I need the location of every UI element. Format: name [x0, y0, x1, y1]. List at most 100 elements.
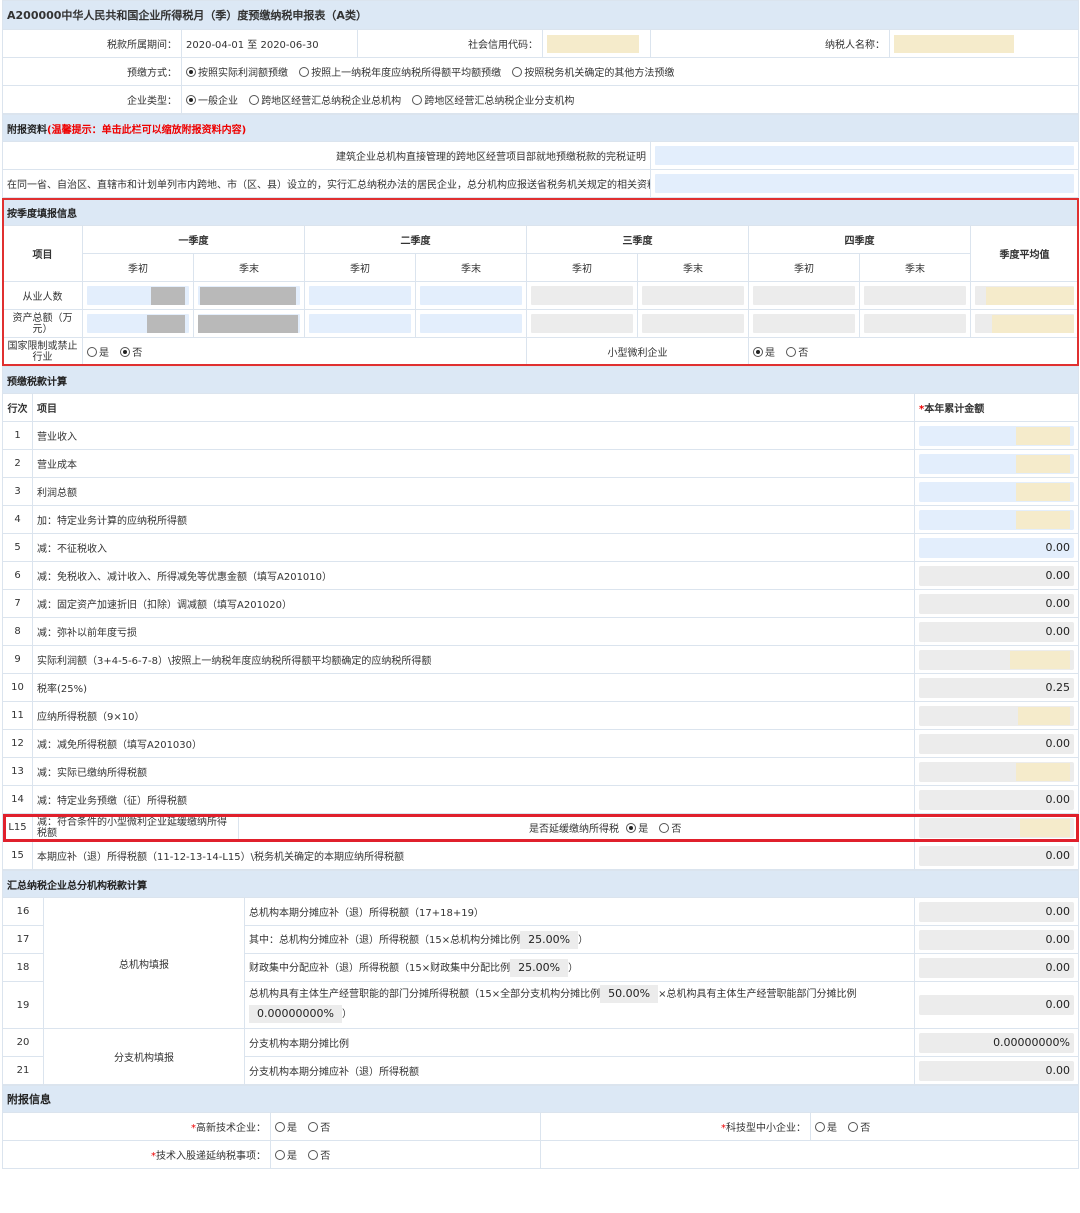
r18-no: 18: [2, 953, 44, 982]
calc-row-item: 减：不征税收入: [32, 533, 915, 562]
employees-q4-start[interactable]: [748, 281, 860, 310]
radio-icon: [786, 347, 797, 357]
assets-q4-end[interactable]: [859, 309, 971, 338]
calc-row: 9 实际利润额（3+4-5-6-7-8）\按照上一纳税年度应纳税所得额平均额确定的…: [2, 645, 1079, 674]
calc-row-amount[interactable]: 0.00: [914, 533, 1079, 562]
q1-start: 季初: [82, 253, 194, 282]
r19-no: 19: [2, 981, 44, 1029]
calc-row-item: 应纳所得税额（9×10）: [32, 701, 915, 730]
restricted-no[interactable]: 否: [120, 347, 142, 359]
calc-row-amount: [914, 645, 1079, 674]
assets-q2-end[interactable]: [415, 309, 527, 338]
calc-row-amount[interactable]: [914, 477, 1079, 506]
r21-no: 21: [2, 1056, 44, 1085]
hq-label: 总机构填报: [43, 897, 245, 1029]
assets-q4-start[interactable]: [748, 309, 860, 338]
calc-row-no: 1: [2, 421, 33, 450]
calc-row-amount[interactable]: [914, 421, 1079, 450]
attach-row1-field[interactable]: [649, 141, 1080, 170]
hightech-no[interactable]: 否: [308, 1122, 330, 1134]
calc-row: 2 营业成本: [2, 449, 1079, 478]
calc-row-amount[interactable]: [914, 505, 1079, 534]
calc-row: 7 减：固定资产加速折旧（扣除）调减额（填写A201020） 0.00: [2, 589, 1079, 618]
restricted-industry-options: 是 否: [82, 337, 527, 366]
tax-form: A200000中华人民共和国企业所得税月（季）度预缴纳税申报表（A类） 税款所属…: [0, 0, 1080, 1213]
restricted-yes[interactable]: 是: [87, 347, 109, 359]
hightech-yes[interactable]: 是: [275, 1122, 297, 1134]
q3-end: 季末: [637, 253, 749, 282]
calc-row-amount: 0.00: [914, 561, 1079, 590]
calc-row-no: 11: [2, 701, 33, 730]
q2-end: 季末: [415, 253, 527, 282]
calc-row: 3 利润总额: [2, 477, 1079, 506]
calc-row: 13 减：实际已缴纳所得税额: [2, 757, 1079, 786]
enterprise-option-general[interactable]: 一般企业: [186, 95, 238, 107]
l15-defer-yes[interactable]: 是: [626, 823, 648, 835]
smalltech-yes[interactable]: 是: [815, 1122, 837, 1134]
calc-row-amount[interactable]: [914, 449, 1079, 478]
tech-defer-yes[interactable]: 是: [275, 1150, 297, 1162]
l15-amount: [914, 813, 1079, 842]
calc-row-no: 5: [2, 533, 33, 562]
attach-row1-label: 建筑企业总机构直接管理的跨地区经营项目部就地预缴税款的完税证明: [2, 141, 651, 170]
prepay-label: 预缴方式：: [2, 57, 182, 86]
enterprise-option-branch[interactable]: 跨地区经营汇总纳税企业分支机构: [412, 95, 574, 107]
calc-col-item: 项目: [32, 393, 915, 422]
prepay-option-other[interactable]: 按照税务机关确定的其他方法预缴: [512, 67, 674, 79]
r19-pct: 50.00%: [600, 985, 659, 1003]
extra-table: 附报信息 *高新技术企业： 是 否 *科技型中小企业： 是 否 *技术入股递延纳…: [2, 1085, 1079, 1169]
calc-table: 预缴税款计算 行次 项目 *本年累计金额 1 营业收入 2 营业成本 3 利润总额 4 加：特…: [2, 366, 1079, 870]
employees-q1-start[interactable]: [82, 281, 194, 310]
calc-col-amount: *本年累计金额: [914, 393, 1079, 422]
taxpayer-name-field[interactable]: [888, 29, 1080, 58]
calc-row: 1 营业收入: [2, 421, 1079, 450]
attach-table: 附报资料(温馨提示：单击此栏可以缩放附报资料内容) 建筑企业总机构直接管理的跨地…: [1, 114, 1080, 198]
smalltech-no[interactable]: 否: [848, 1122, 870, 1134]
prepay-option-actual[interactable]: 按照实际利润额预缴: [186, 67, 288, 79]
assets-q3-end[interactable]: [637, 309, 749, 338]
radio-icon: [186, 95, 196, 105]
enterprise-type-label: 企业类型：: [2, 85, 182, 114]
small-no[interactable]: 否: [786, 347, 808, 359]
assets-q3-start[interactable]: [526, 309, 638, 338]
calc-row-item: 加：特定业务计算的应纳税所得额: [32, 505, 915, 534]
assets-avg: [969, 309, 1080, 338]
prepay-option-average[interactable]: 按照上一纳税年度应纳税所得额平均额预缴: [299, 67, 501, 79]
calc-row-item: 减：特定业务预缴（征）所得税额: [32, 785, 915, 814]
credit-code-field[interactable]: [542, 29, 651, 58]
employees-q4-end[interactable]: [859, 281, 971, 310]
r18-item: 财政集中分配应补（退）所得税额（15×财政集中分配比例 25.00%）: [244, 953, 915, 982]
employees-q2-end[interactable]: [415, 281, 527, 310]
r18-pct: 25.00%: [510, 958, 569, 977]
quarter-section-header: 按季度填报信息: [1, 198, 1080, 226]
assets-q1-end[interactable]: [193, 309, 305, 338]
employees-q1-end[interactable]: [193, 281, 305, 310]
row15-item: 本期应补（退）所得税额（11-12-13-14-L15）\税务机关确定的本期应纳…: [32, 841, 915, 870]
r19-amount: 0.00: [914, 981, 1079, 1029]
attach-section-header[interactable]: 附报资料(温馨提示：单击此栏可以缩放附报资料内容): [1, 114, 1080, 142]
l15-defer-no[interactable]: 否: [659, 823, 681, 835]
r21-amount: 0.00: [914, 1056, 1079, 1085]
assets-q2-start[interactable]: [304, 309, 416, 338]
radio-icon: [848, 1122, 859, 1132]
radio-icon: [308, 1122, 319, 1132]
q4-header: 四季度: [748, 225, 971, 254]
enterprise-option-hq[interactable]: 跨地区经营汇总纳税企业总机构: [249, 95, 401, 107]
summary-table: 汇总纳税企业总分机构税款计算 16 总机构填报 总机构本期分摊应补（退）所得税额…: [2, 870, 1079, 1085]
r18-amount: 0.00: [914, 953, 1079, 982]
small-yes[interactable]: 是: [753, 347, 775, 359]
calc-row-amount: [914, 757, 1079, 786]
l15-item: 减：符合条件的小型微利企业延缓缴纳所得税额: [32, 813, 239, 842]
employees-q3-start[interactable]: [526, 281, 638, 310]
calc-row-item: 减：实际已缴纳所得税额: [32, 757, 915, 786]
assets-q1-start[interactable]: [82, 309, 194, 338]
radio-icon: [659, 823, 670, 833]
employees-q3-end[interactable]: [637, 281, 749, 310]
employees-q2-start[interactable]: [304, 281, 416, 310]
attach-row2-field[interactable]: [649, 169, 1080, 198]
period-value: 2020-04-01 至 2020-06-30: [181, 29, 358, 58]
tech-defer-no[interactable]: 否: [308, 1150, 330, 1162]
calc-row-no: 12: [2, 729, 33, 758]
calc-row-item: 减：免税收入、减计收入、所得减免等优惠金额（填写A201010）: [32, 561, 915, 590]
taxpayer-name-label: 纳税人名称：: [650, 29, 890, 58]
